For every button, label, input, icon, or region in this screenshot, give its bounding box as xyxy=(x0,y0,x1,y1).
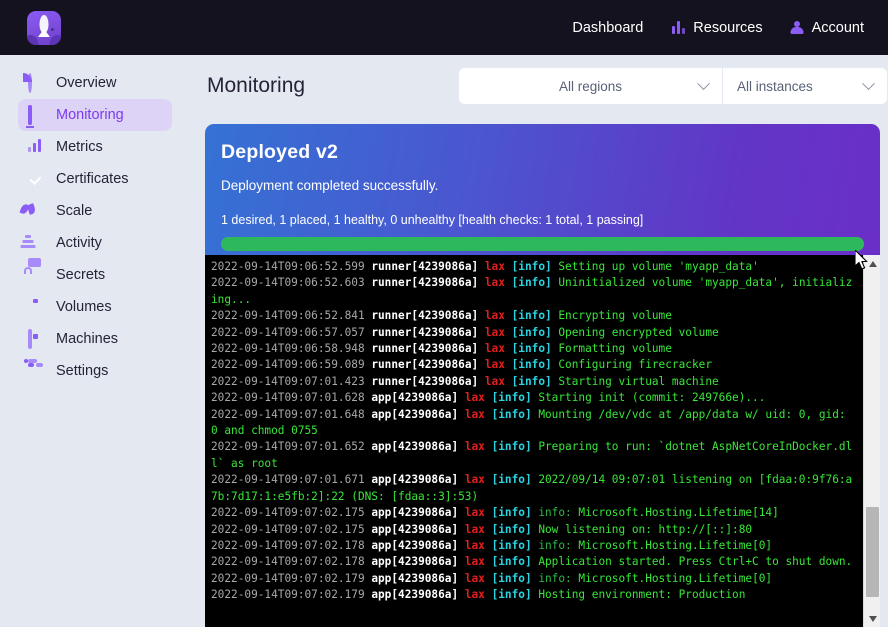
filter-selects: All regions All instances xyxy=(458,67,888,105)
app-root: Dashboard Resources Account Overview Mon… xyxy=(0,0,888,627)
banner-subtitle: Deployment completed successfully. xyxy=(221,178,439,193)
top-navigation-bar: Dashboard Resources Account xyxy=(0,0,888,55)
top-nav-dashboard-label: Dashboard xyxy=(572,19,644,36)
log-terminal[interactable]: 2022-09-14T09:06:52.599 runner[4239086a]… xyxy=(205,255,880,627)
box-icon xyxy=(28,299,45,316)
pie-chart-icon xyxy=(28,72,45,93)
instance-select[interactable]: All instances xyxy=(723,67,888,105)
log-line: 2022-09-14T09:06:52.841 runner[4239086a]… xyxy=(211,309,672,323)
log-output: 2022-09-14T09:06:52.599 runner[4239086a]… xyxy=(205,255,863,627)
logo-wing-right xyxy=(48,32,61,45)
banner-stats: 1 desired, 1 placed, 1 healthy, 0 unheal… xyxy=(221,213,644,227)
top-nav-resources-label: Resources xyxy=(693,19,763,36)
log-line: 2022-09-14T09:07:01.628 app[4239086a] la… xyxy=(211,391,766,405)
sidebar-item-metrics[interactable]: Metrics xyxy=(18,131,172,163)
log-line: 2022-09-14T09:07:02.179 app[4239086a] la… xyxy=(211,571,773,585)
logo-dot xyxy=(51,27,54,31)
progress-fill xyxy=(221,237,864,251)
sidebar: Overview Monitoring Metrics Certificates… xyxy=(0,55,188,627)
bar-chart-icon xyxy=(28,138,45,156)
triangle-down-icon xyxy=(868,615,877,622)
log-line: 2022-09-14T09:07:01.423 runner[4239086a]… xyxy=(211,374,719,388)
log-line: 2022-09-14T09:07:01.652 app[4239086a] la… xyxy=(211,440,853,470)
logo-balloon-glyph xyxy=(38,14,50,41)
sidebar-item-activity[interactable]: Activity xyxy=(18,227,172,259)
region-select-value: All regions xyxy=(558,78,623,94)
deployment-banner: Deployed v2 Deployment completed success… xyxy=(205,124,880,264)
log-line: 2022-09-14T09:07:02.178 app[4239086a] la… xyxy=(211,555,853,569)
triangle-up-icon xyxy=(868,260,877,267)
sidebar-item-secrets[interactable]: Secrets xyxy=(18,257,172,291)
sidebar-item-monitoring[interactable]: Monitoring xyxy=(18,99,172,131)
bar-chart-icon xyxy=(671,21,685,34)
region-select[interactable]: All regions xyxy=(458,67,723,105)
banner-title: Deployed v2 xyxy=(221,141,339,163)
sliders-icon xyxy=(24,358,45,380)
log-line: 2022-09-14T09:07:02.178 app[4239086a] la… xyxy=(211,538,773,552)
log-line: 2022-09-14T09:07:01.648 app[4239086a] la… xyxy=(211,407,853,438)
scroll-up-button[interactable] xyxy=(864,255,880,272)
sidebar-item-label: Certificates xyxy=(56,171,129,187)
monitor-icon xyxy=(28,104,45,125)
sidebar-item-label: Secrets xyxy=(56,267,106,283)
top-nav-account-label: Account xyxy=(811,19,864,36)
sidebar-item-label: Settings xyxy=(56,363,109,379)
sidebar-item-volumes[interactable]: Volumes xyxy=(18,291,172,323)
person-icon xyxy=(790,20,804,35)
sidebar-item-certificates[interactable]: Certificates xyxy=(18,163,172,195)
top-nav-account[interactable]: Account xyxy=(790,19,864,36)
scroll-down-button[interactable] xyxy=(864,610,880,627)
sidebar-item-label: Scale xyxy=(56,203,93,219)
sidebar-item-label: Overview xyxy=(56,75,117,91)
chip-icon xyxy=(28,328,45,349)
instance-select-value: All instances xyxy=(737,78,813,94)
chevron-down-icon xyxy=(862,76,875,90)
log-line: 2022-09-14T09:07:02.175 app[4239086a] la… xyxy=(211,522,753,536)
page-header: Monitoring All regions All instances xyxy=(188,55,888,117)
stack-icon xyxy=(20,234,45,252)
main-content: Monitoring All regions All instances Dep… xyxy=(188,55,888,627)
check-circle-icon xyxy=(28,171,45,188)
leaf-icon xyxy=(28,203,45,220)
lock-icon xyxy=(24,257,45,284)
sidebar-item-label: Volumes xyxy=(56,299,112,315)
log-line: 2022-09-14T09:06:52.599 runner[4239086a]… xyxy=(211,260,759,273)
sidebar-item-overview[interactable]: Overview xyxy=(18,67,172,99)
top-nav-items: Dashboard Resources Account xyxy=(551,20,864,36)
log-line: 2022-09-14T09:06:59.089 runner[4239086a]… xyxy=(211,358,712,372)
log-line: 2022-09-14T09:07:02.179 app[4239086a] la… xyxy=(211,588,746,602)
sidebar-item-machines[interactable]: Machines xyxy=(18,323,172,355)
scrollbar-thumb[interactable] xyxy=(866,507,879,597)
log-line: 2022-09-14T09:07:02.175 app[4239086a] la… xyxy=(211,506,779,520)
top-nav-resources[interactable]: Resources xyxy=(671,19,763,36)
sidebar-item-label: Activity xyxy=(56,235,102,251)
log-scrollbar[interactable] xyxy=(863,255,880,627)
log-line: 2022-09-14T09:06:58.948 runner[4239086a]… xyxy=(211,342,672,356)
grid-icon xyxy=(551,21,564,34)
log-line: 2022-09-14T09:06:52.603 runner[4239086a]… xyxy=(211,276,853,306)
sidebar-item-scale[interactable]: Scale xyxy=(18,195,172,227)
sidebar-items: Overview Monitoring Metrics Certificates… xyxy=(0,67,188,387)
log-line: 2022-09-14T09:06:57.057 runner[4239086a]… xyxy=(211,325,719,339)
sidebar-item-label: Metrics xyxy=(56,139,103,155)
balloon-logo[interactable] xyxy=(27,10,61,45)
page-title: Monitoring xyxy=(207,74,306,97)
top-nav-dashboard[interactable]: Dashboard xyxy=(551,20,643,36)
sidebar-item-label: Machines xyxy=(56,331,119,347)
sidebar-item-label: Monitoring xyxy=(56,107,124,123)
sidebar-item-settings[interactable]: Settings xyxy=(18,355,172,387)
deployment-progress-bar xyxy=(221,237,864,251)
log-line: 2022-09-14T09:07:01.671 app[4239086a] la… xyxy=(211,473,853,503)
